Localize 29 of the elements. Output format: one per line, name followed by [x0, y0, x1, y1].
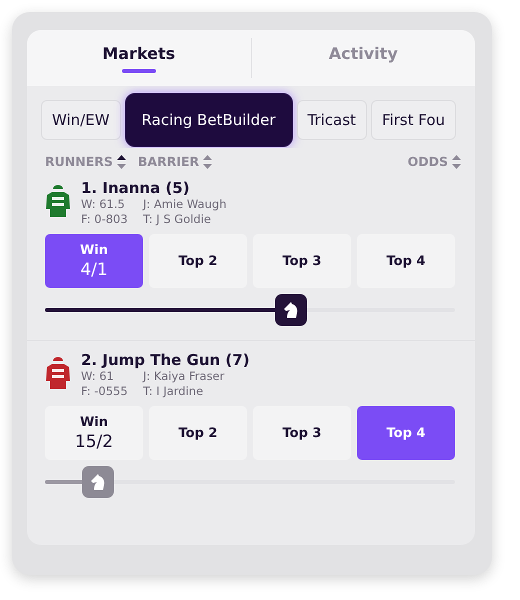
form-text: F: -0555 — [81, 384, 129, 398]
runner-name: 2. Jump The Gun (7) — [81, 351, 250, 369]
odds-button[interactable]: Win 15/2 — [45, 406, 143, 460]
market-chip[interactable]: Tricast — [296, 100, 367, 140]
sort-icon — [203, 154, 212, 168]
odds-button[interactable]: Top 4 — [357, 406, 455, 460]
trainer-text: T: I Jardine — [143, 384, 204, 398]
runner-name: 1. Inanna (5) — [81, 179, 191, 197]
sort-icon — [452, 154, 461, 168]
odds-button[interactable]: Top 3 — [253, 406, 351, 460]
jockey-text: J: Amie Waugh — [143, 197, 226, 211]
weight-text: W: 61.5 — [81, 197, 126, 211]
odds-button[interactable]: Win 4/1 — [45, 234, 143, 288]
slider-thumb[interactable] — [82, 466, 114, 498]
horse-head-icon — [282, 301, 300, 319]
sort-icon — [116, 154, 126, 168]
form-text: F: 0-803 — [81, 212, 129, 226]
market-chip[interactable]: Racing BetBuilder — [124, 93, 292, 147]
odds-button[interactable]: Top 3 — [253, 234, 351, 288]
market-chip[interactable]: First Fou — [370, 100, 456, 140]
jockey-text: J: Kaiya Fraser — [143, 369, 226, 383]
market-chip[interactable]: Win/EW — [41, 100, 121, 140]
odds-button[interactable]: Top 2 — [149, 406, 247, 460]
trainer-text: T: J S Goldie — [143, 212, 212, 226]
odds-button[interactable]: Top 2 — [149, 234, 247, 288]
odds-button[interactable]: Top 4 — [357, 234, 455, 288]
tab[interactable]: Markets — [27, 38, 252, 78]
weight-text: W: 61 — [81, 369, 115, 383]
slider-thumb[interactable] — [275, 294, 307, 326]
